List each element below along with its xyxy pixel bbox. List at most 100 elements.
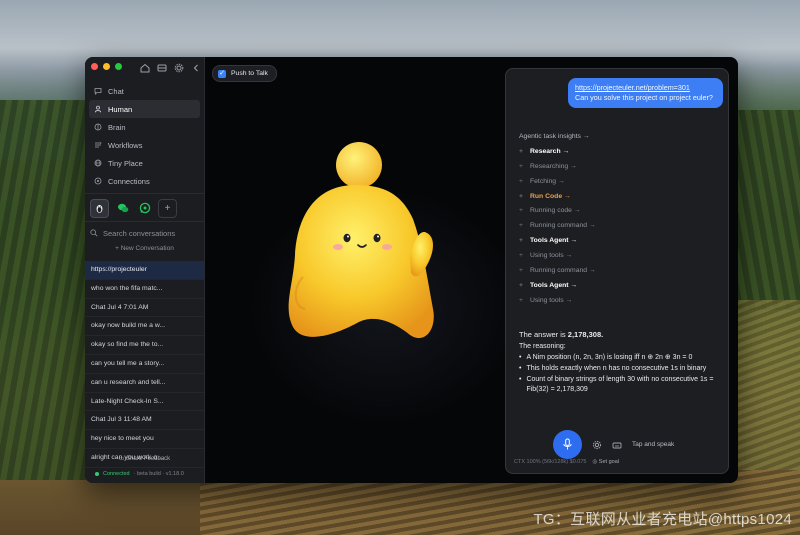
share-feedback-button[interactable]: ▭ Share Feedback: [85, 455, 204, 462]
mascot-bun: [336, 142, 382, 188]
conversation-list: https://projecteuler who won the fifa ma…: [85, 261, 204, 468]
add-app-button[interactable]: +: [158, 199, 177, 218]
watermark-text: TG：互联网从业者充电站@https1024: [533, 511, 792, 528]
nav-item-tiny-place[interactable]: Tiny Place: [89, 154, 200, 172]
nav-item-human[interactable]: Human: [89, 100, 200, 118]
user-message-text: Can you solve this project on project eu…: [575, 93, 713, 102]
agent-step[interactable]: + Fetching →: [519, 175, 719, 190]
penguin-icon: [96, 205, 103, 213]
whatsapp-icon: [139, 202, 150, 213]
conversation-item[interactable]: Chat Jul 4 7:01 AM: [85, 299, 204, 318]
reasoning-bullet: • A Nim position (n, 2n, 3n) is losing if…: [519, 354, 693, 361]
nav-label: Brain: [108, 122, 126, 132]
agent-step[interactable]: + Tools Agent →: [519, 234, 719, 249]
context-stats: CTX 100% (56k/128k) $0.075: [514, 459, 587, 465]
search-icon: [90, 229, 98, 237]
app-linux[interactable]: [90, 199, 109, 218]
push-to-talk-toggle[interactable]: ✓ Push to Talk: [212, 65, 277, 82]
conversation-item[interactable]: who won the fifa matc...: [85, 280, 204, 299]
app-wechat[interactable]: [114, 199, 131, 216]
plus-icon: +: [519, 177, 523, 185]
microphone-icon: [563, 438, 572, 450]
conversation-item[interactable]: can u research and tell...: [85, 374, 204, 393]
agent-step[interactable]: + Using tools →: [519, 249, 719, 264]
context-footer: CTX 100% (56k/128k) $0.075 ◎ Set goal: [514, 459, 619, 465]
voice-controls: Tap and speak: [553, 430, 674, 459]
user-message-link[interactable]: https://projecteuler.net/problem=301: [575, 83, 716, 93]
conversation-item[interactable]: okay so find me the to...: [85, 336, 204, 355]
conversation-item[interactable]: okay now build me a w...: [85, 317, 204, 337]
nav-label: Workflows: [108, 140, 143, 150]
build-version: · beta build · v1.18.0: [133, 471, 184, 477]
nav-label: Human: [108, 104, 133, 114]
chat-bubble-icon: [94, 88, 102, 95]
plus-icon: +: [519, 222, 523, 230]
person-icon: [94, 105, 102, 113]
conversation-item[interactable]: Chat Jul 3 11:48 AM: [85, 411, 204, 431]
plus-icon: +: [519, 237, 523, 245]
workflow-icon: [95, 141, 102, 148]
search-conversations[interactable]: Search conversations: [90, 226, 198, 240]
nav-item-brain[interactable]: Brain: [89, 118, 200, 136]
plus-icon: +: [519, 192, 523, 200]
chat-panel: https://projecteuler.net/problem=301 Can…: [505, 68, 729, 474]
new-conversation-button[interactable]: + New Conversation: [85, 245, 204, 252]
background-trees-left: [0, 100, 90, 480]
home-icon[interactable]: [139, 62, 151, 74]
step-title[interactable]: Agentic task insights →: [519, 130, 719, 145]
answer-line: The answer is 2,178,308.: [519, 330, 604, 339]
connections-icon: [94, 177, 102, 185]
mascot-character: [288, 142, 434, 339]
status-connected: Connected: [103, 471, 130, 477]
sidebar-toolbar: [139, 62, 202, 74]
agent-step[interactable]: + Researching →: [519, 160, 719, 175]
reasoning-bullet: • This holds exactly when n has no consec…: [519, 365, 707, 372]
agent-step[interactable]: + Running code →: [519, 204, 719, 219]
mascot-left-eye: [343, 233, 351, 243]
agent-step[interactable]: + Tools Agent →: [519, 279, 719, 294]
agent-step[interactable]: + Research →: [519, 145, 719, 160]
plus-icon: +: [519, 252, 523, 260]
set-goal-button[interactable]: ◎ Set goal: [592, 459, 619, 465]
plus-icon: +: [519, 147, 523, 155]
layout-icon[interactable]: [156, 62, 168, 74]
keyboard-icon[interactable]: [612, 440, 622, 450]
conversation-item[interactable]: https://projecteuler: [85, 261, 204, 280]
plus-icon: +: [519, 207, 523, 215]
settings-icon[interactable]: [592, 440, 602, 450]
nav-item-workflows[interactable]: Workflows: [89, 136, 200, 154]
app-whatsapp[interactable]: [136, 199, 153, 216]
minimize-window-button[interactable]: [103, 63, 110, 70]
collapse-sidebar-icon[interactable]: [190, 62, 202, 74]
agent-step[interactable]: + Running command →: [519, 219, 719, 234]
tap-to-speak-label: Tap and speak: [632, 441, 675, 448]
gear-icon[interactable]: [173, 62, 185, 74]
plus-icon: +: [519, 162, 523, 170]
nav-label: Tiny Place: [108, 158, 143, 168]
user-message-bubble: https://projecteuler.net/problem=301 Can…: [568, 78, 723, 108]
agent-step[interactable]: + Run Code →: [519, 190, 719, 205]
connected-apps: +: [90, 199, 177, 218]
microphone-button[interactable]: [553, 430, 582, 459]
wechat-icon: [117, 203, 128, 212]
nav-label: Chat: [108, 86, 124, 96]
agent-step[interactable]: + Using tools →: [519, 294, 719, 309]
agent-steps: Agentic task insights → + Research → + Res…: [519, 130, 719, 309]
connection-status: Connected · beta build · v1.18.0: [95, 471, 184, 477]
sidebar: Chat Human Brain Workflows Tiny Place Co…: [85, 57, 205, 483]
brain-icon: [94, 123, 102, 131]
maximize-window-button[interactable]: [115, 63, 122, 70]
nav-item-chat[interactable]: Chat: [89, 82, 200, 100]
divider: [85, 193, 204, 194]
push-to-talk-label: Push to Talk: [231, 70, 268, 77]
globe-icon: [94, 159, 102, 167]
plus-icon: +: [519, 267, 523, 275]
conversation-item[interactable]: hey nice to meet you: [85, 430, 204, 449]
agent-step[interactable]: + Running command →: [519, 264, 719, 279]
answer-value: 2,178,308.: [567, 330, 604, 339]
close-window-button[interactable]: [91, 63, 98, 70]
conversation-item[interactable]: can you tell me a story...: [85, 355, 204, 374]
nav-item-connections[interactable]: Connections: [89, 172, 200, 190]
mascot-right-eye: [373, 233, 381, 243]
conversation-item[interactable]: Late-Night Check-In S...: [85, 393, 204, 412]
